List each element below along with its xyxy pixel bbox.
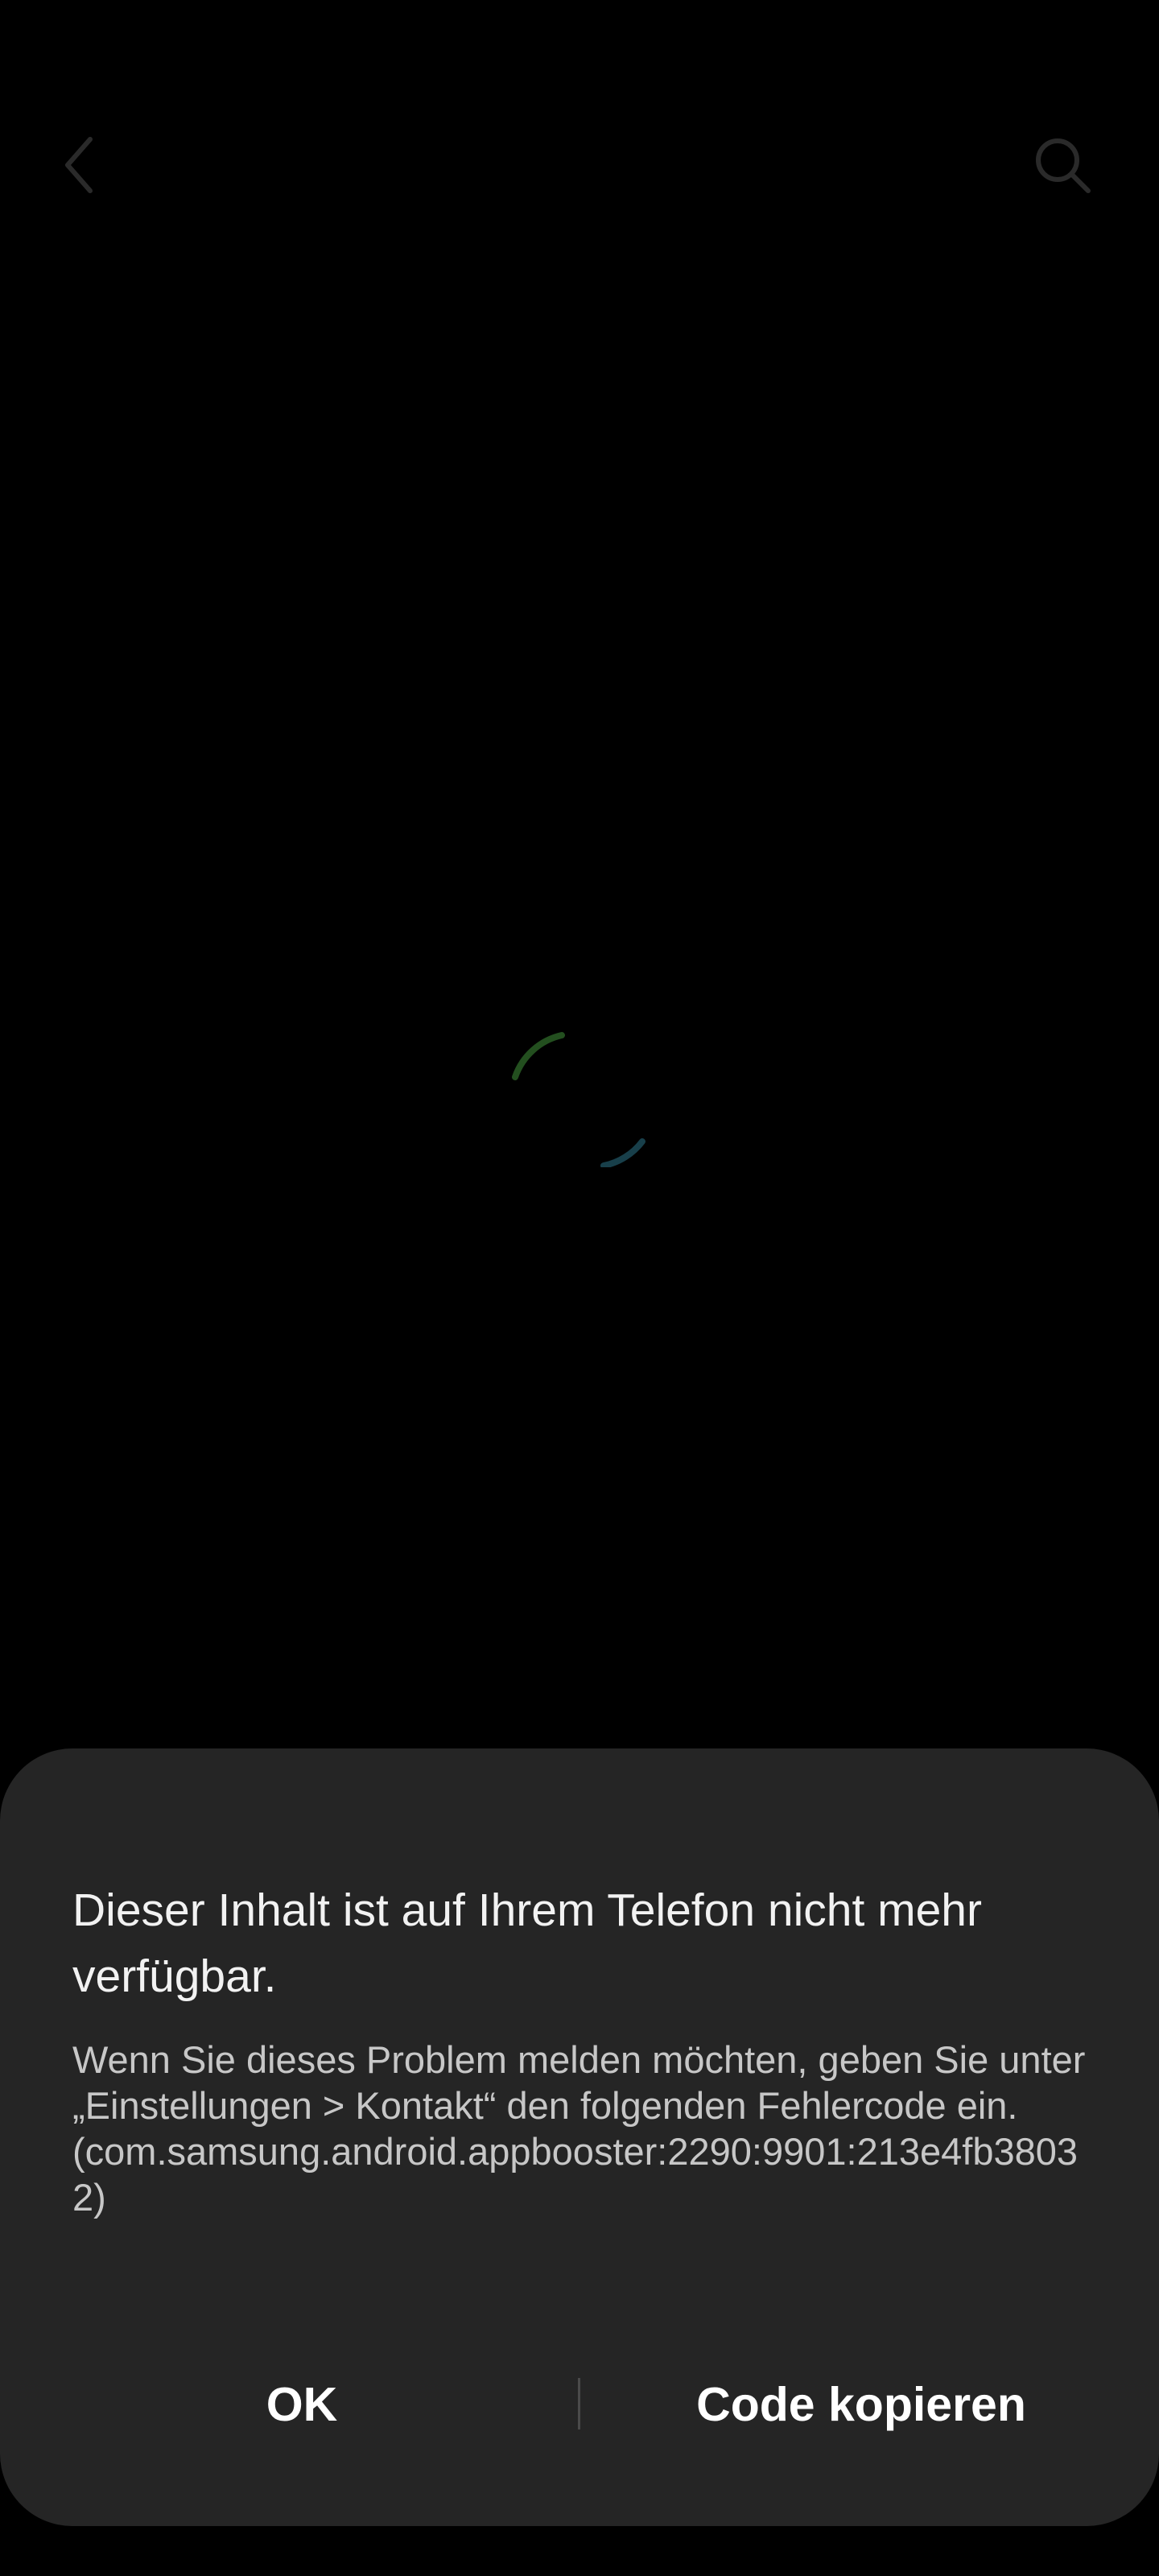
back-button[interactable] — [48, 129, 113, 201]
ok-button[interactable]: OK — [56, 2360, 547, 2449]
top-app-bar — [0, 97, 1159, 233]
search-button[interactable] — [1022, 129, 1103, 201]
loading-spinner-icon — [512, 1032, 645, 1167]
error-dialog: Dieser Inhalt ist auf Ihrem Telefon nich… — [0, 1748, 1159, 2526]
chevron-left-icon — [65, 137, 93, 193]
button-divider — [578, 2378, 580, 2429]
search-icon — [1036, 138, 1091, 193]
dialog-actions: OK Code kopieren — [0, 2360, 1159, 2449]
dialog-message: Wenn Sie dieses Problem melden möchten, … — [72, 2038, 1086, 2219]
copy-code-button[interactable]: Code kopieren — [612, 2360, 1111, 2449]
dialog-title: Dieser Inhalt ist auf Ihrem Telefon nich… — [72, 1885, 982, 2002]
